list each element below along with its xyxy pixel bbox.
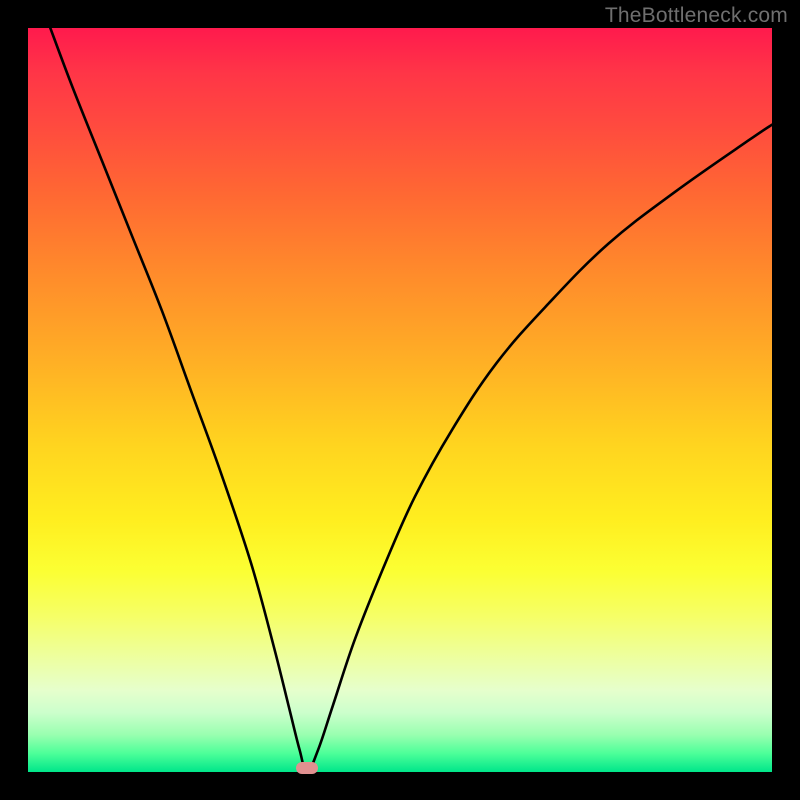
plot-area [28, 28, 772, 772]
bottleneck-curve [28, 28, 772, 772]
optimum-marker [296, 762, 318, 774]
chart-frame: TheBottleneck.com [0, 0, 800, 800]
watermark-text: TheBottleneck.com [605, 4, 788, 28]
